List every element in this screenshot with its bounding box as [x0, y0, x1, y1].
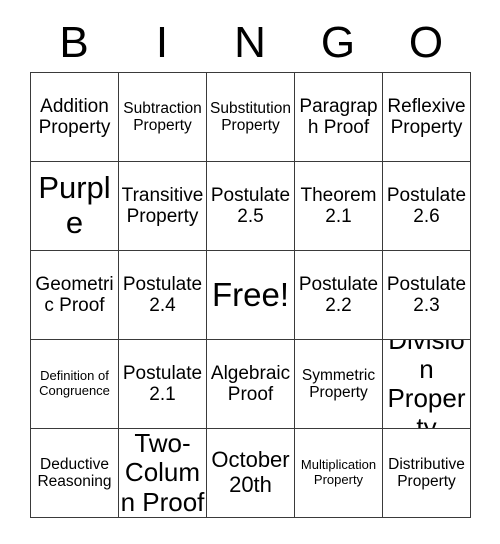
bingo-cell-label: Division Property	[387, 340, 466, 429]
bingo-cell-label: Two-Column Proof	[120, 429, 205, 517]
bingo-grid: Addition Property Subtraction Property S…	[30, 72, 471, 518]
bingo-header-letter-n: N	[234, 18, 266, 67]
bingo-cell[interactable]: Definition of Congruence	[31, 340, 119, 429]
bingo-cell-label: Transitive Property	[121, 184, 204, 227]
bingo-cell[interactable]: Postulate 2.2	[295, 251, 383, 340]
bingo-cell[interactable]: Theorem 2.1	[295, 162, 383, 251]
bingo-cell-label: Symmetric Property	[301, 366, 376, 401]
bingo-cell-label: Postulate 2.2	[298, 273, 379, 316]
bingo-cell-label: Reflexive Property	[387, 95, 466, 138]
bingo-cell-label: Postulate 2.3	[386, 273, 467, 316]
bingo-cell[interactable]: Postulate 2.3	[383, 251, 471, 340]
bingo-header-letter-b: B	[59, 18, 89, 67]
bingo-cell-label: Deductive Reasoning	[37, 455, 112, 490]
bingo-cell[interactable]: Addition Property	[31, 73, 119, 162]
bingo-cell[interactable]: Two-Column Proof	[119, 429, 207, 518]
bingo-cell[interactable]: Paragraph Proof	[295, 73, 383, 162]
bingo-cell-free[interactable]: Free!	[207, 251, 295, 340]
bingo-cell[interactable]: Postulate 2.5	[207, 162, 295, 251]
bingo-cell[interactable]: Geometric Proof	[31, 251, 119, 340]
bingo-cell-label: Distributive Property	[388, 455, 465, 490]
bingo-cell[interactable]: Multiplication Property	[295, 429, 383, 518]
bingo-cell-label: Addition Property	[38, 95, 111, 138]
bingo-cell-label: Postulate 2.4	[122, 273, 203, 316]
bingo-cell[interactable]: Algebraic Proof	[207, 340, 295, 429]
bingo-cell[interactable]: Substitution Property	[207, 73, 295, 162]
bingo-cell-label: Multiplication Property	[300, 457, 377, 487]
bingo-cell-label: Purple	[38, 170, 111, 240]
bingo-cell-label: Theorem 2.1	[300, 184, 377, 227]
bingo-cell[interactable]: Deductive Reasoning	[31, 429, 119, 518]
bingo-cell[interactable]: Distributive Property	[383, 429, 471, 518]
bingo-header-letter-g: G	[320, 18, 356, 67]
bingo-cell[interactable]: Postulate 2.4	[119, 251, 207, 340]
bingo-cell-label: Paragraph Proof	[299, 95, 378, 138]
bingo-header-row: B I N G O	[30, 14, 470, 72]
bingo-cell[interactable]: Division Property	[383, 340, 471, 429]
bingo-cell-label: Algebraic Proof	[210, 362, 291, 405]
bingo-cell-label: Geometric Proof	[35, 273, 114, 316]
bingo-cell-label: Postulate 2.5	[210, 184, 291, 227]
bingo-cell-label: Free!	[211, 275, 290, 313]
bingo-cell[interactable]: Subtraction Property	[119, 73, 207, 162]
bingo-cell[interactable]: Reflexive Property	[383, 73, 471, 162]
bingo-cell-label: October 20th	[211, 447, 290, 497]
bingo-cell-label: Postulate 2.6	[386, 184, 467, 227]
bingo-cell[interactable]: Purple	[31, 162, 119, 251]
bingo-cell[interactable]: October 20th	[207, 429, 295, 518]
bingo-cell-label: Postulate 2.1	[122, 362, 203, 405]
bingo-cell-label: Definition of Congruence	[39, 368, 110, 398]
bingo-header-letter-o: O	[408, 18, 444, 67]
bingo-card: B I N G O Addition Property Subtraction …	[30, 14, 471, 518]
bingo-cell-label: Substitution Property	[210, 99, 291, 134]
bingo-cell[interactable]: Symmetric Property	[295, 340, 383, 429]
bingo-cell[interactable]: Postulate 2.6	[383, 162, 471, 251]
bingo-header-letter-i: I	[155, 18, 169, 67]
bingo-cell-label: Subtraction Property	[123, 99, 202, 134]
bingo-cell[interactable]: Postulate 2.1	[119, 340, 207, 429]
bingo-cell[interactable]: Transitive Property	[119, 162, 207, 251]
